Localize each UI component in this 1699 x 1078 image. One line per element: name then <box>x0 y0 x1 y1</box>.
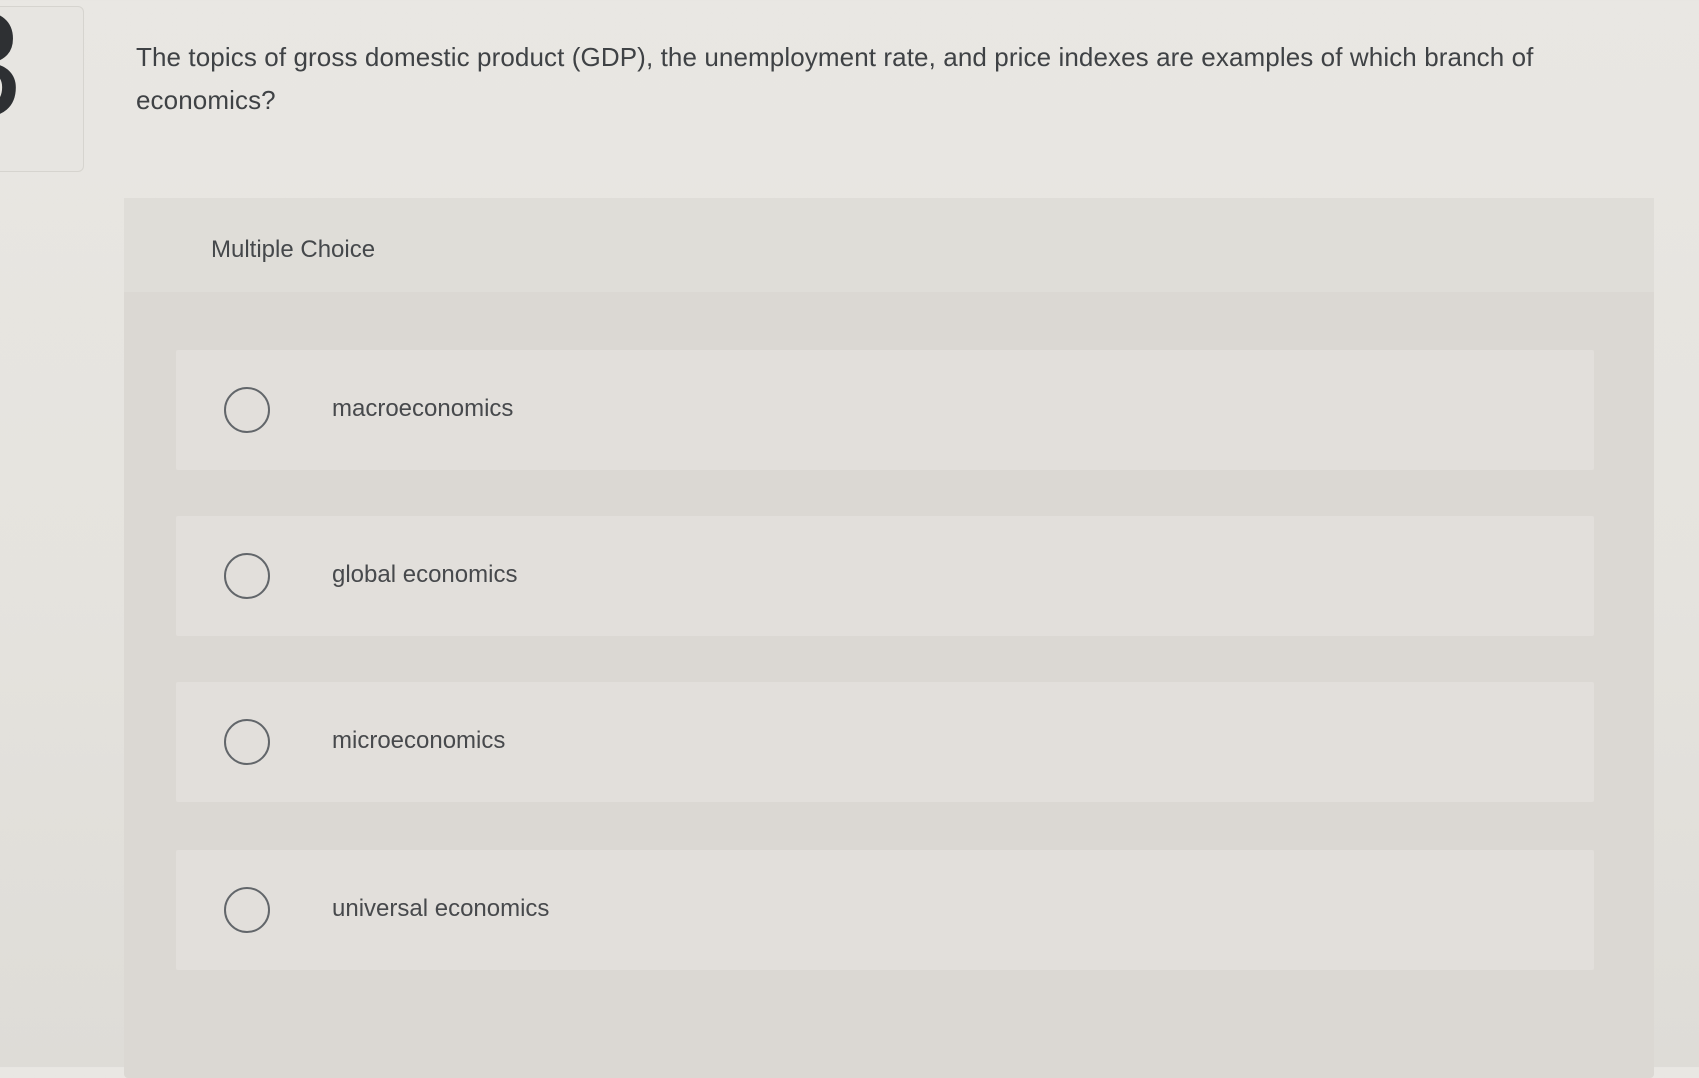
question-number: 3 <box>0 7 22 139</box>
radio-button-icon[interactable] <box>224 887 270 933</box>
answer-label: macroeconomics <box>332 395 514 422</box>
radio-button-icon[interactable] <box>224 719 270 765</box>
answer-option-universal-economics[interactable]: universal economics <box>176 850 1594 970</box>
question-text: The topics of gross domestic product (GD… <box>136 42 1534 115</box>
answer-option-global-economics[interactable]: global economics <box>176 516 1594 636</box>
panel-header: Multiple Choice <box>124 198 1654 292</box>
multiple-choice-panel: Multiple Choice macroeconomics global ec… <box>124 198 1654 1078</box>
radio-button-icon[interactable] <box>224 387 270 433</box>
answer-label: global economics <box>332 561 518 588</box>
radio-button-icon[interactable] <box>224 553 270 599</box>
answer-option-microeconomics[interactable]: microeconomics <box>176 682 1594 802</box>
answer-option-macroeconomics[interactable]: macroeconomics <box>176 350 1594 470</box>
answer-label: universal economics <box>332 895 550 922</box>
question-type-label: Multiple Choice <box>211 236 376 263</box>
answer-label: microeconomics <box>332 727 506 754</box>
question-number-box: 3 <box>0 6 84 172</box>
